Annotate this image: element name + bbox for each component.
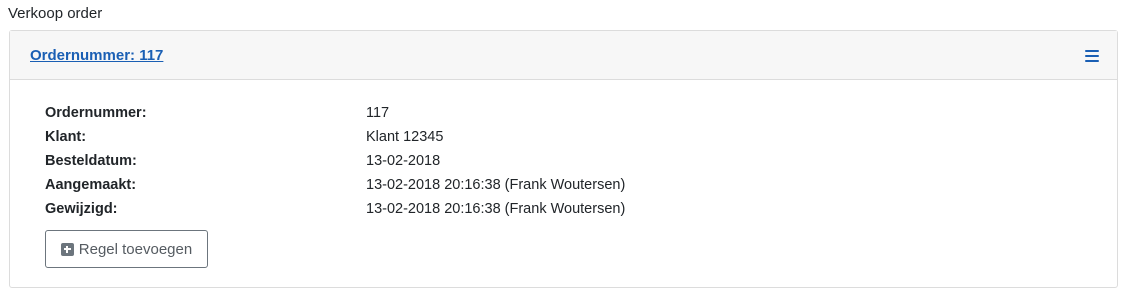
- detail-label: Ordernummer:: [45, 105, 147, 121]
- order-card: Ordernummer: 117 Ordernummer: 117 Klant:…: [9, 30, 1118, 288]
- plus-square-icon: [60, 242, 74, 256]
- card-header: Ordernummer: 117: [10, 31, 1117, 80]
- hamburger-menu-icon[interactable]: [1085, 50, 1099, 62]
- detail-value: 13-02-2018 20:16:38 (Frank Woutersen): [366, 201, 626, 217]
- detail-value: 13-02-2018 20:16:38 (Frank Woutersen): [366, 177, 626, 193]
- detail-value: 117: [366, 105, 390, 121]
- menu-bar: [1085, 50, 1099, 52]
- detail-value: Klant 12345: [366, 129, 444, 145]
- page-title: Verkoop order: [8, 5, 103, 22]
- detail-label: Aangemaakt:: [45, 177, 137, 193]
- menu-bar: [1085, 60, 1099, 62]
- detail-label: Besteldatum:: [45, 153, 137, 169]
- detail-value: 13-02-2018: [366, 153, 441, 169]
- order-number-link[interactable]: Ordernummer: 117: [30, 47, 163, 64]
- detail-label: Klant:: [45, 129, 87, 145]
- detail-label: Gewijzigd:: [45, 201, 118, 217]
- add-line-label: Regel toevoegen: [78, 240, 193, 258]
- add-line-button[interactable]: Regel toevoegen: [45, 230, 208, 268]
- menu-bar: [1085, 55, 1099, 57]
